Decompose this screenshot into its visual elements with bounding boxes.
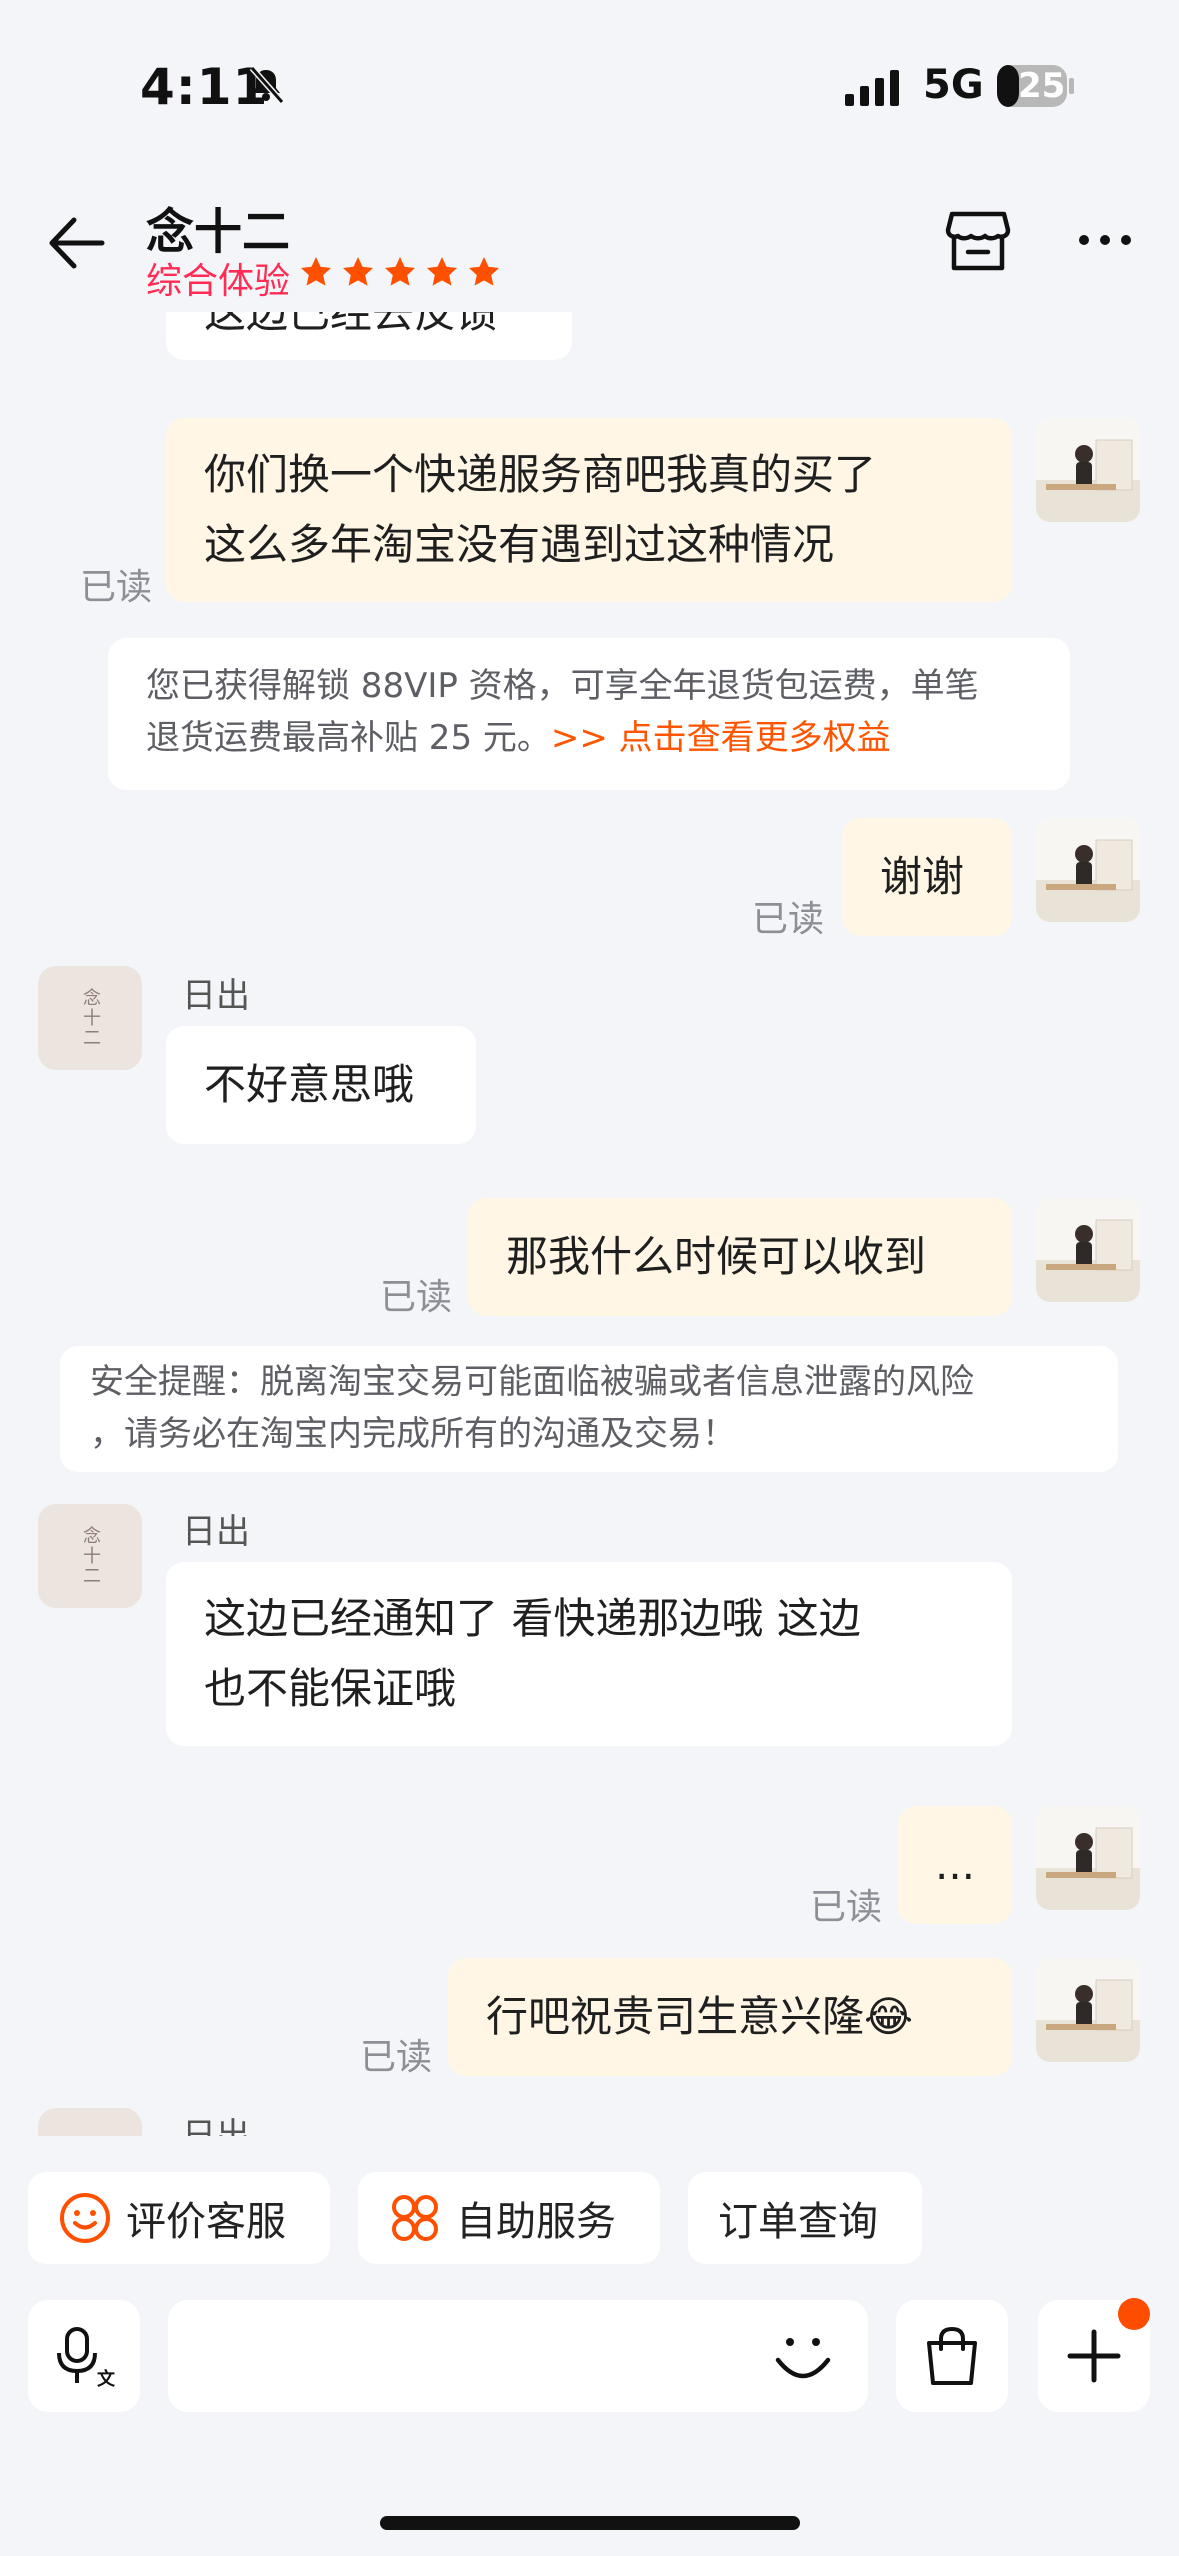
network-type: 5G xyxy=(923,62,984,108)
user-avatar[interactable] xyxy=(1036,818,1140,922)
star-icon xyxy=(343,257,373,286)
message-text: ... xyxy=(934,1840,976,1889)
self-service-icon xyxy=(392,2195,438,2241)
signal-icon xyxy=(845,70,899,106)
shop-avatar[interactable]: 念十二 xyxy=(38,966,142,1070)
user-avatar[interactable] xyxy=(1036,418,1140,522)
rate-service-label: 评价客服 xyxy=(126,2199,286,2245)
smiley-icon xyxy=(60,2193,110,2243)
message-text: 也不能保证哦 xyxy=(204,1664,457,1713)
svg-text:文: 文 xyxy=(97,2368,116,2389)
user-avatar[interactable] xyxy=(1036,1958,1140,2062)
message-text: 你们换一个快递服务商吧我真的买了 xyxy=(204,450,877,499)
message-input[interactable] xyxy=(168,2300,868,2412)
more-icon[interactable] xyxy=(1076,222,1134,258)
message-bubble-incoming: 这边已经通知了 看快递那边哦 这边 也不能保证哦 xyxy=(166,1562,1012,1746)
home-indicator[interactable] xyxy=(380,2516,800,2530)
read-status: 已读 xyxy=(752,899,825,940)
emoji-icon[interactable] xyxy=(768,2322,838,2392)
user-avatar[interactable] xyxy=(1036,1198,1140,1302)
message-bubble-outgoing: 你们换一个快递服务商吧我真的买了 这么多年淘宝没有遇到过这种情况 xyxy=(166,418,1012,602)
shop-avatar-text: 念十二 xyxy=(80,988,101,1048)
message-text: 谢谢 xyxy=(880,852,965,901)
message-bubble-outgoing: 那我什么时候可以收到 xyxy=(468,1198,1012,1316)
read-status: 已读 xyxy=(80,567,153,608)
mute-bell-icon xyxy=(249,66,285,104)
notice-text: 您已获得解锁 88VIP 资格，可享全年退货包运费，单笔 xyxy=(146,666,979,706)
notice-text: 退货运费最高补贴 25 元。 xyxy=(146,718,551,758)
star-icon xyxy=(301,257,331,286)
shopping-bag-icon xyxy=(927,2326,977,2385)
message-bubble-outgoing: 谢谢 xyxy=(842,818,1012,936)
star-icon xyxy=(385,257,415,286)
avatar-photo-icon xyxy=(1036,1958,1140,2062)
message-bubble-outgoing: 行吧祝贵司生意兴隆😂 xyxy=(448,1958,1012,2076)
avatar-photo-icon xyxy=(1036,1198,1140,1302)
shop-avatar[interactable]: 念十二 xyxy=(38,1504,142,1608)
voice-input-button[interactable]: 文 xyxy=(28,2300,140,2412)
rate-service-button[interactable]: 评价客服 xyxy=(28,2172,330,2264)
self-service-label: 自助服务 xyxy=(456,2199,616,2245)
message-text: 不好意思哦 xyxy=(204,1060,415,1109)
read-status: 已读 xyxy=(380,1277,453,1318)
message-text: 这么多年淘宝没有遇到过这种情况 xyxy=(204,520,835,569)
self-service-button[interactable]: 自助服务 xyxy=(358,2172,660,2264)
avatar-photo-icon xyxy=(1036,1806,1140,1910)
chat-list[interactable]: 这边已经去反馈 已读 你们换一个快递服务商吧我真的买了 这么多年淘宝没有遇到过这… xyxy=(0,312,1179,2136)
notice-text: ，请务必在淘宝内完成所有的沟通及交易！ xyxy=(90,1414,736,1454)
rating-label: 综合体验 xyxy=(146,261,291,302)
avatar-photo-icon xyxy=(1036,818,1140,922)
message-bubble-incoming: 不好意思哦 xyxy=(166,1026,476,1144)
vip-notice: 您已获得解锁 88VIP 资格，可享全年退货包运费，单笔 退货运费最高补贴 25… xyxy=(108,638,1070,790)
shop-avatar-text: 念十二 xyxy=(80,1526,101,1586)
message-text: 行吧祝贵司生意兴隆😂 xyxy=(486,1992,914,2041)
message-text: 这边已经去反馈 xyxy=(204,312,499,337)
read-status: 已读 xyxy=(360,2037,433,2078)
battery-level: 25 xyxy=(1018,66,1066,106)
back-arrow-icon[interactable] xyxy=(44,212,106,274)
order-query-button[interactable]: 订单查询 xyxy=(688,2172,922,2264)
rating-stars xyxy=(298,254,502,290)
message-bubble-incoming: 这边已经去反馈 xyxy=(166,312,572,360)
sender-name: 日出 xyxy=(182,2116,250,2136)
star-icon xyxy=(427,257,457,286)
message-text: 那我什么时候可以收到 xyxy=(506,1232,927,1281)
shop-avatar[interactable] xyxy=(38,2108,142,2136)
store-icon[interactable] xyxy=(944,208,1012,274)
sender-name: 日出 xyxy=(182,976,250,1016)
vip-benefits-link[interactable]: >> 点击查看更多权益 xyxy=(551,718,891,758)
notification-dot xyxy=(1118,2298,1150,2330)
user-avatar[interactable] xyxy=(1036,1806,1140,1910)
star-icon xyxy=(469,257,499,286)
sender-name: 日出 xyxy=(182,1512,250,1552)
order-query-label: 订单查询 xyxy=(718,2199,878,2245)
safety-notice: 安全提醒：脱离淘宝交易可能面临被骗或者信息泄露的风险 ，请务必在淘宝内完成所有的… xyxy=(60,1346,1118,1472)
avatar-photo-icon xyxy=(1036,418,1140,522)
read-status: 已读 xyxy=(810,1887,883,1928)
message-bubble-outgoing: ... xyxy=(898,1806,1012,1924)
shopping-bag-button[interactable] xyxy=(896,2300,1008,2412)
message-text: 这边已经通知了 看快递那边哦 这边 xyxy=(204,1594,861,1643)
notice-text: 安全提醒：脱离淘宝交易可能面临被骗或者信息泄露的风险 xyxy=(90,1362,974,1402)
microphone-translate-icon: 文 xyxy=(57,2327,116,2389)
plus-icon xyxy=(1067,2329,1121,2383)
